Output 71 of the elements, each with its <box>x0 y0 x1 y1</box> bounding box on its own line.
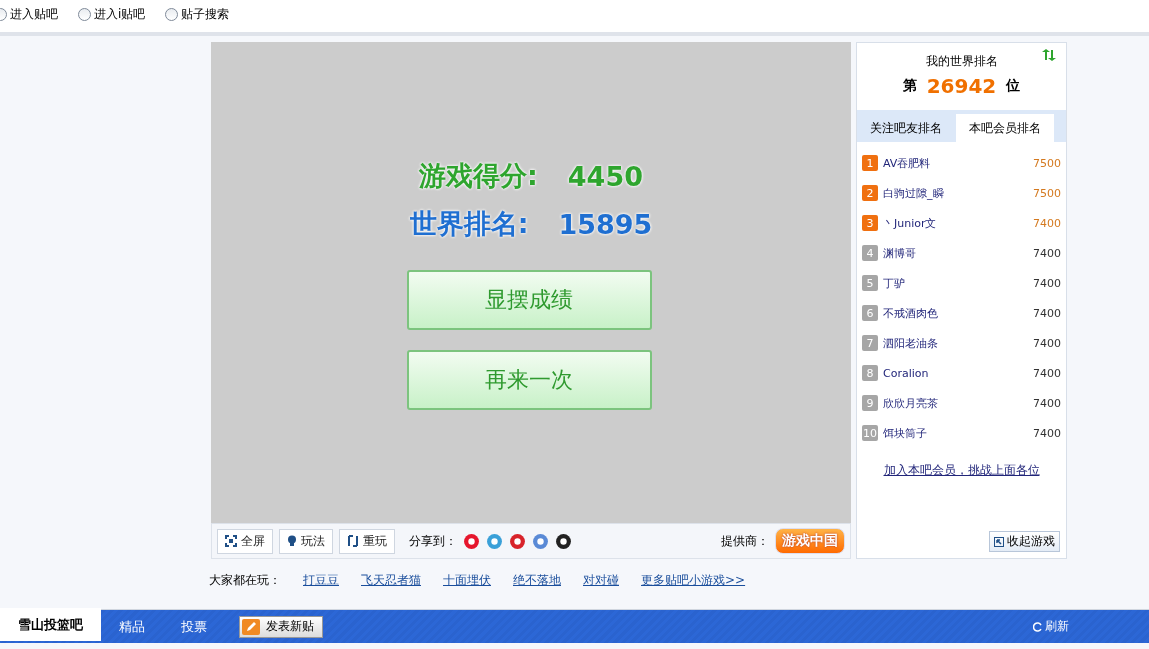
game-link[interactable]: 飞天忍者猫 <box>361 571 421 589</box>
rank-number: 7 <box>862 335 878 351</box>
player-name[interactable]: 泗阳老油条 <box>883 335 1033 351</box>
pencil-icon <box>242 618 260 635</box>
game-link[interactable]: 打豆豆 <box>303 571 339 589</box>
player-score: 7400 <box>1033 336 1061 350</box>
sync-icon[interactable] <box>1042 49 1056 61</box>
player-name[interactable]: 不戒酒肉色 <box>883 305 1033 321</box>
player-name[interactable]: 丁驴 <box>883 275 1033 291</box>
nav-tab[interactable]: 精品 <box>101 611 163 642</box>
nav-tab[interactable]: 雪山投篮吧 <box>0 608 101 641</box>
rank-prefix: 第 <box>902 77 917 95</box>
player-score: 7400 <box>1033 246 1061 260</box>
replay-icon <box>347 535 359 547</box>
join-link[interactable]: 加入本吧会员，挑战上面各位 <box>883 462 1040 479</box>
rank-number: 9 <box>862 395 878 411</box>
rank-number: 5 <box>862 275 878 291</box>
score-value: 4450 <box>567 160 643 192</box>
rank-number: 4 <box>862 245 878 261</box>
toolbar-button[interactable]: 玩法 <box>279 528 333 554</box>
radio-button[interactable] <box>78 8 91 21</box>
toolbar-button[interactable]: 重玩 <box>339 528 395 554</box>
player-score: 7400 <box>1033 216 1061 230</box>
player-name[interactable]: AV吞肥料 <box>883 155 1033 171</box>
my-rank: 26942 <box>926 74 997 98</box>
radio-option[interactable]: 进入贴吧 <box>0 6 58 23</box>
rank-number: 1 <box>862 155 878 171</box>
nav-tab[interactable]: 投票 <box>163 611 225 642</box>
toolbar-button[interactable]: 全屏 <box>217 528 273 554</box>
rank-number: 10 <box>862 425 878 441</box>
player-score: 7400 <box>1033 366 1061 380</box>
player-score: 7400 <box>1033 306 1061 320</box>
player-score: 7500 <box>1033 186 1061 200</box>
player-name[interactable]: 欣欣月亮茶 <box>883 395 1033 411</box>
player-score: 7400 <box>1033 276 1061 290</box>
share-label: 分享到： <box>409 532 457 550</box>
player-score: 7400 <box>1033 396 1061 410</box>
player-name[interactable]: 饵块筒子 <box>883 425 1033 441</box>
rank-value: 15895 <box>558 208 653 240</box>
rank-number: 6 <box>862 305 878 321</box>
radio-button[interactable] <box>165 8 179 21</box>
rank-number: 8 <box>862 365 878 381</box>
ranking-tab[interactable]: 关注吧友排名 <box>857 114 956 142</box>
radio-option[interactable]: 贴子搜索 <box>165 6 230 23</box>
player-name[interactable]: 白驹过隙_瞬 <box>883 185 1033 201</box>
game-link[interactable]: 绝不落地 <box>513 571 561 589</box>
player-name[interactable]: 渊博哥 <box>883 245 1033 261</box>
popular-label: 大家都在玩： <box>209 571 281 589</box>
ranking-tab[interactable]: 本吧会员排名 <box>955 114 1054 142</box>
rank-number: 2 <box>862 185 878 201</box>
collapse-button[interactable]: 收起游戏 <box>989 531 1060 552</box>
score-label: 游戏得分: <box>419 159 538 193</box>
player-name[interactable]: Coralion <box>883 366 1033 380</box>
player-score: 7500 <box>1033 156 1061 170</box>
refresh-link[interactable]: 刷新 <box>1033 618 1069 635</box>
rank-number: 3 <box>862 215 878 231</box>
player-score: 7400 <box>1033 426 1061 440</box>
player-name[interactable]: 丶Junior文 <box>883 215 1033 231</box>
fullscreen-icon <box>225 535 237 547</box>
game-link[interactable]: 更多贴吧小游戏>> <box>641 571 746 589</box>
provider-label: 提供商： <box>721 533 769 548</box>
game-link[interactable]: 十面埋伏 <box>443 571 491 589</box>
refresh-icon <box>1033 621 1043 632</box>
ranking-title: 我的世界排名 <box>925 53 998 70</box>
game-link[interactable]: 对对碰 <box>583 571 619 589</box>
rank-suffix: 位 <box>1006 77 1021 95</box>
rank-label: 世界排名: <box>409 207 529 241</box>
radio-option[interactable]: 进入i贴吧 <box>78 6 146 23</box>
post-button[interactable]: 发表新贴 <box>239 615 323 638</box>
bulb-icon <box>287 535 297 547</box>
collapse-icon <box>994 536 1004 547</box>
